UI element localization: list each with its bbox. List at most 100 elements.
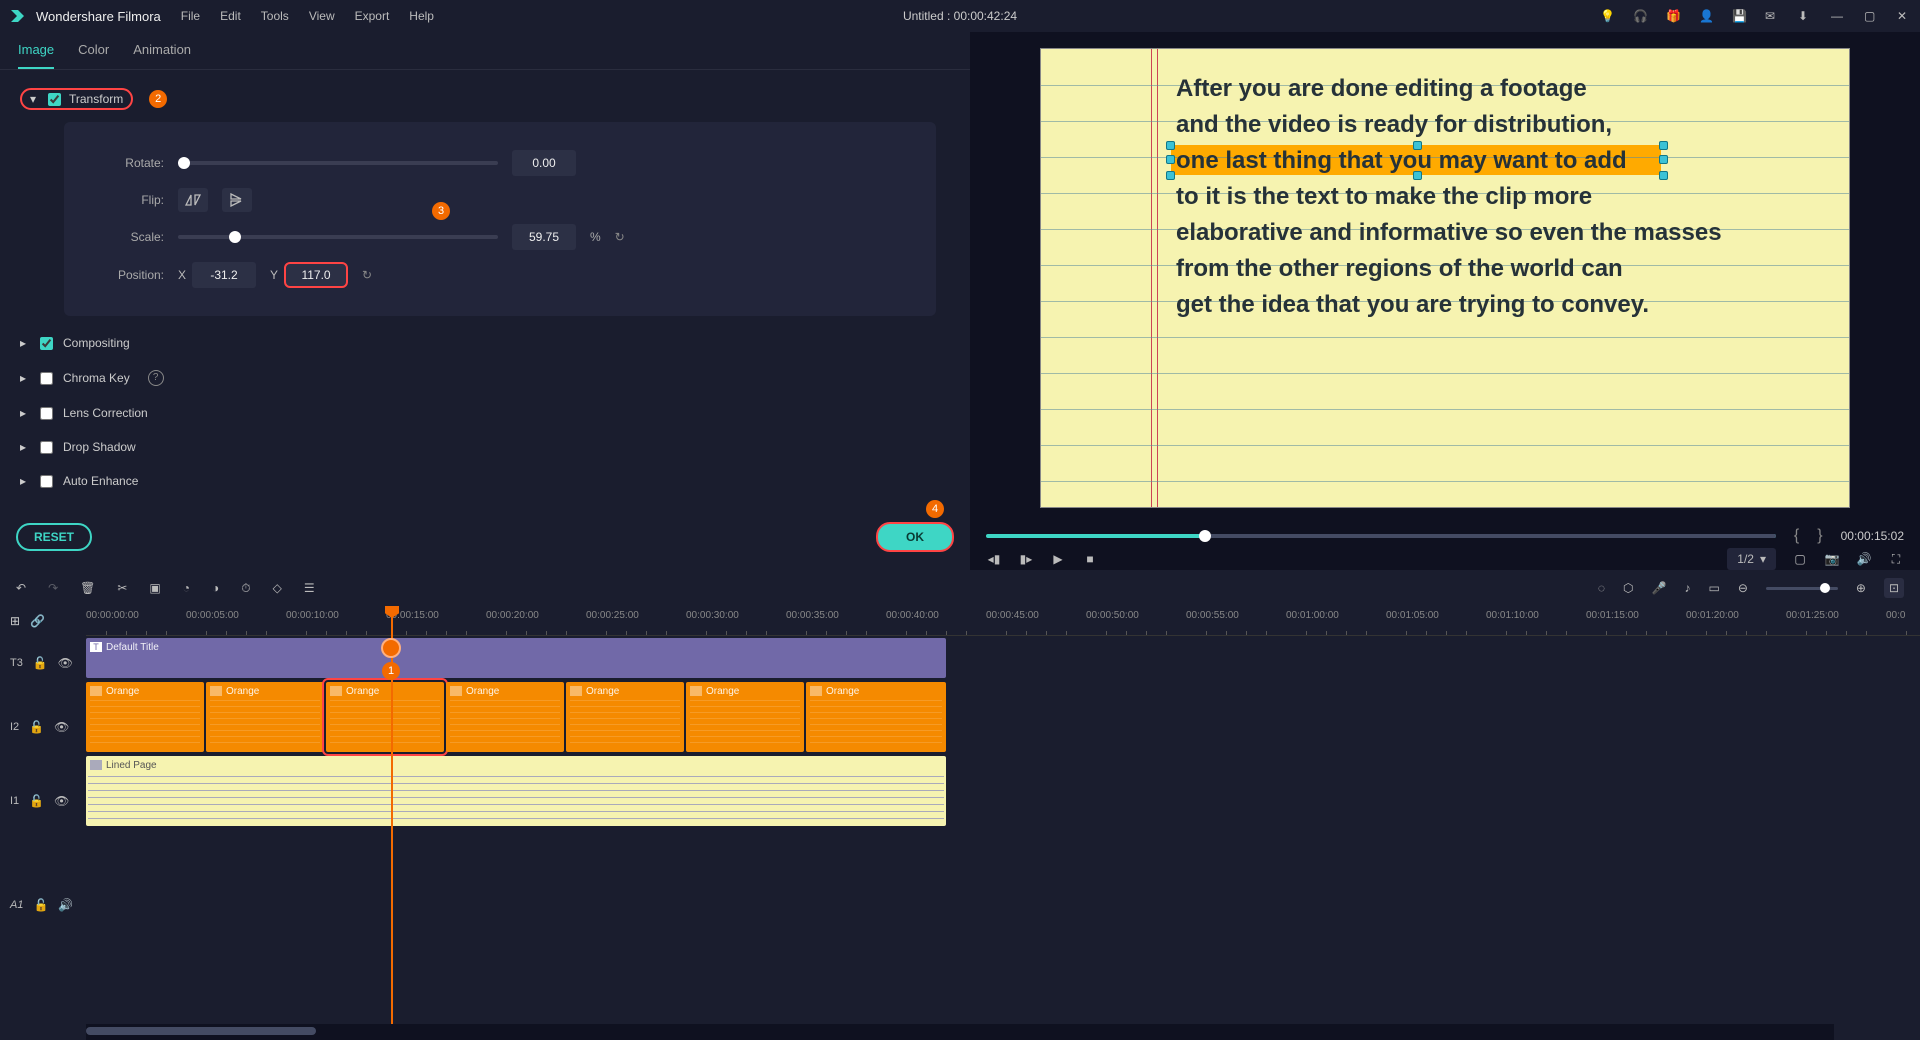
image-clip[interactable]: Orange (326, 682, 444, 752)
lock-icon[interactable]: 🔓 (33, 898, 48, 912)
color-icon[interactable]: ◑ (212, 581, 219, 595)
flip-vertical-button[interactable] (222, 188, 252, 212)
play-button[interactable]: ▶ (1050, 552, 1066, 566)
track-a1[interactable] (86, 868, 1920, 908)
redo-icon[interactable]: ↷ (48, 581, 58, 595)
mark-in-icon[interactable]: { (1794, 527, 1799, 545)
tab-color[interactable]: Color (78, 42, 109, 69)
voiceover-icon[interactable]: 🎤 (1652, 581, 1667, 595)
menu-help[interactable]: Help (409, 9, 434, 23)
mute-icon[interactable]: 🔊 (58, 898, 73, 912)
ok-button[interactable]: OK (876, 522, 954, 552)
timeline-horizontal-scrollbar[interactable] (86, 1024, 1834, 1040)
audio-mixer-icon[interactable]: ♪ (1684, 581, 1690, 595)
position-x-input[interactable] (192, 262, 256, 288)
display-mode-icon[interactable]: ▢ (1792, 552, 1808, 566)
compositing-section-header[interactable]: ▸ Compositing (14, 326, 956, 360)
image-clip[interactable]: Orange (686, 682, 804, 752)
selection-handle[interactable] (1413, 141, 1422, 150)
lock-icon[interactable]: 🔓 (29, 720, 44, 734)
timeline-zoom-slider[interactable] (1766, 587, 1838, 590)
track-header-t3[interactable]: T3 🔓 👁 (0, 636, 86, 690)
title-clip[interactable]: TDefault Title (86, 638, 946, 678)
keyframe-icon[interactable]: ◇ (273, 581, 282, 595)
track-t3[interactable]: TDefault Title (86, 636, 1920, 680)
video-icon[interactable]: ▭ (1708, 581, 1719, 595)
compositing-checkbox[interactable] (40, 337, 53, 350)
track-i2[interactable]: OrangeOrangeOrange1OrangeOrangeOrangeOra… (86, 680, 1920, 754)
rotate-slider[interactable] (178, 161, 498, 165)
auto-enhance-section-header[interactable]: ▸ Auto Enhance (14, 464, 956, 498)
scale-reset-icon[interactable]: ↻ (615, 230, 625, 244)
selection-handle[interactable] (1166, 155, 1175, 164)
timeline-ruler[interactable]: 00:00:00:0000:00:05:0000:00:10:0000:00:1… (86, 606, 1920, 636)
split-icon[interactable]: ✂ (117, 581, 127, 595)
tab-image[interactable]: Image (18, 42, 54, 69)
prev-frame-button[interactable]: ◂▮ (986, 552, 1002, 566)
selection-handle[interactable] (1413, 171, 1422, 180)
eye-icon[interactable]: 👁 (54, 794, 69, 808)
playhead-handle-icon[interactable] (381, 638, 401, 658)
lens-correction-checkbox[interactable] (40, 407, 53, 420)
image-clip[interactable]: Orange (806, 682, 946, 752)
download-icon[interactable]: ⬇ (1798, 9, 1813, 24)
timeline-tracks-area[interactable]: 00:00:00:0000:00:05:0000:00:10:0000:00:1… (86, 606, 1920, 1024)
zoom-in-icon[interactable]: ⊕ (1856, 581, 1866, 595)
snapshot-icon[interactable]: 📷 (1824, 552, 1840, 566)
fullscreen-icon[interactable]: ⛶ (1888, 552, 1904, 567)
next-frame-button[interactable]: ▮▸ (1018, 552, 1034, 566)
window-minimize-button[interactable]: — (1831, 9, 1846, 24)
position-reset-icon[interactable]: ↻ (362, 268, 372, 282)
window-maximize-button[interactable]: ▢ (1864, 9, 1879, 24)
position-y-input[interactable] (284, 262, 348, 288)
tab-animation[interactable]: Animation (133, 42, 191, 69)
image-clip[interactable]: Orange (446, 682, 564, 752)
image-clip[interactable]: Orange (566, 682, 684, 752)
track-header-i1[interactable]: I1 🔓 👁 (0, 764, 86, 838)
scale-input[interactable] (512, 224, 576, 250)
auto-enhance-checkbox[interactable] (40, 475, 53, 488)
rotate-input[interactable] (512, 150, 576, 176)
image-clip[interactable]: Lined Page (86, 756, 946, 826)
render-icon[interactable]: ◌ (1598, 581, 1605, 595)
undo-icon[interactable]: ↶ (16, 581, 26, 595)
clock-icon[interactable]: ⏱ (241, 581, 250, 596)
menu-tools[interactable]: Tools (261, 9, 289, 23)
preview-scrubber[interactable] (986, 534, 1776, 538)
chroma-key-checkbox[interactable] (40, 372, 53, 385)
eye-icon[interactable]: 👁 (58, 656, 73, 670)
settings-icon[interactable]: ☰ (304, 581, 315, 595)
preview-zoom-dropdown[interactable]: 1/2 ▾ (1727, 548, 1776, 570)
menu-file[interactable]: File (181, 9, 200, 23)
menu-export[interactable]: Export (355, 9, 390, 23)
marker-icon[interactable]: ⬡ (1623, 581, 1633, 595)
flip-horizontal-button[interactable] (178, 188, 208, 212)
mail-icon[interactable]: ✉ (1765, 9, 1780, 24)
help-icon[interactable]: ? (148, 370, 164, 386)
mark-out-icon[interactable]: } (1817, 527, 1822, 545)
track-header-i2[interactable]: I2 🔓 👁 (0, 690, 86, 764)
lock-icon[interactable]: 🔓 (29, 794, 44, 808)
eye-icon[interactable]: 👁 (54, 720, 69, 734)
gift-icon[interactable]: 🎁 (1666, 9, 1681, 24)
transform-section-header[interactable]: ▾ Transform 2 (14, 80, 956, 118)
menu-view[interactable]: View (309, 9, 335, 23)
selection-handle[interactable] (1659, 155, 1668, 164)
track-header-a1[interactable]: A1 🔓 🔊 (0, 878, 86, 932)
track-add-icon[interactable]: ⊞ (10, 614, 20, 628)
preview-canvas[interactable]: After you are done editing a footageand … (1040, 48, 1850, 508)
stop-button[interactable]: ■ (1082, 552, 1098, 566)
crop-icon[interactable]: ▣ (149, 581, 160, 595)
drop-shadow-checkbox[interactable] (40, 441, 53, 454)
transform-checkbox[interactable] (48, 93, 61, 106)
lens-correction-section-header[interactable]: ▸ Lens Correction (14, 396, 956, 430)
user-icon[interactable]: 👤 (1699, 9, 1714, 24)
volume-icon[interactable]: 🔊 (1856, 552, 1872, 566)
track-i1[interactable]: Lined Page (86, 754, 1920, 828)
selection-handle[interactable] (1659, 171, 1668, 180)
drop-shadow-section-header[interactable]: ▸ Drop Shadow (14, 430, 956, 464)
image-clip[interactable]: Orange (86, 682, 204, 752)
zoom-out-icon[interactable]: ⊖ (1738, 581, 1748, 595)
chroma-key-section-header[interactable]: ▸ Chroma Key ? (14, 360, 956, 396)
headphones-icon[interactable]: 🎧 (1633, 9, 1648, 24)
